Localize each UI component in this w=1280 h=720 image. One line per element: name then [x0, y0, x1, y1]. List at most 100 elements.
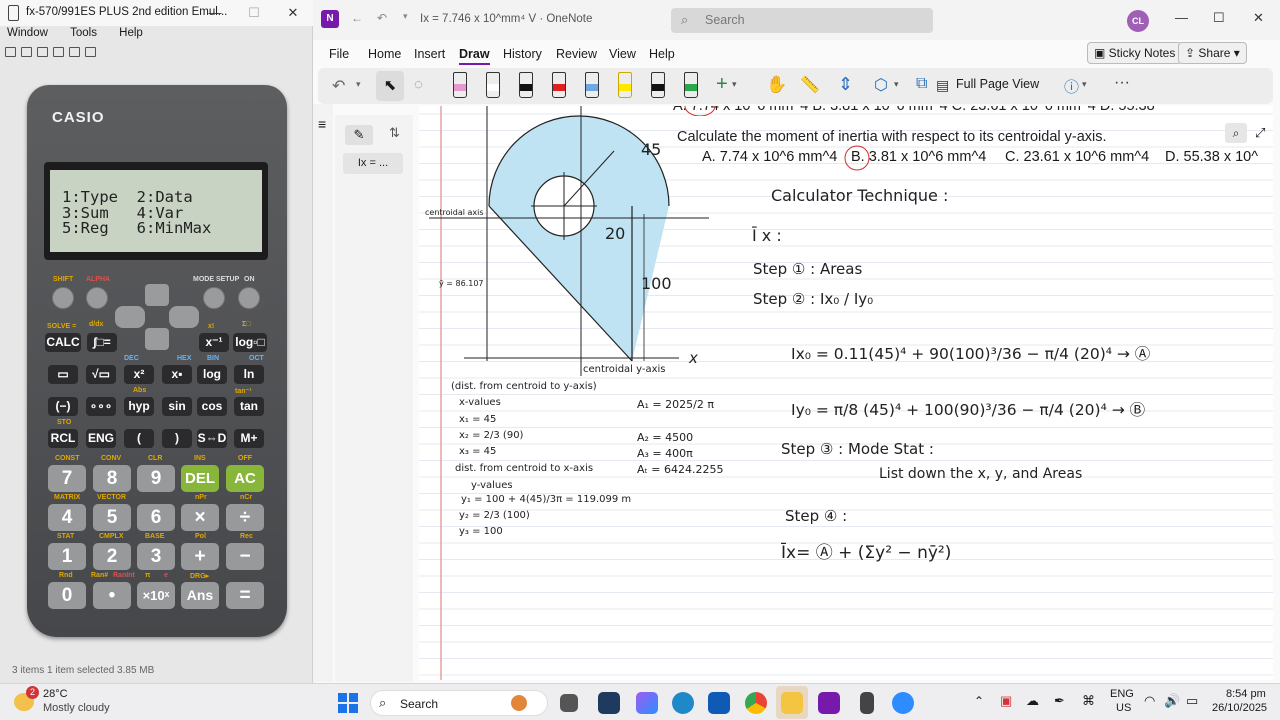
tray-pen-icon[interactable]: ✒: [1054, 693, 1065, 709]
help-dropdown-icon[interactable]: ▾: [1082, 79, 1087, 90]
equals-key[interactable]: =: [226, 582, 264, 609]
chrome-icon[interactable]: [745, 692, 767, 714]
undo-dropdown-icon[interactable]: ▾: [356, 79, 361, 90]
toolbar-icon[interactable]: [69, 47, 80, 57]
avatar[interactable]: CL: [1127, 10, 1149, 32]
shift-key[interactable]: [52, 287, 74, 309]
toolbar-icon[interactable]: [85, 47, 96, 57]
insert-space-icon[interactable]: ⇕: [838, 74, 853, 95]
zoom-icon[interactable]: [892, 692, 914, 714]
tab-review[interactable]: Review: [556, 47, 597, 61]
degree-key[interactable]: ∘∘∘: [86, 397, 116, 416]
logbase-key[interactable]: log▫□: [233, 333, 267, 352]
pen-black2-icon[interactable]: [651, 72, 665, 98]
qat-dropdown-icon[interactable]: ▾: [403, 11, 408, 22]
hyp-key[interactable]: hyp: [124, 397, 154, 416]
highlighter-yellow-icon[interactable]: [618, 72, 632, 98]
key-7[interactable]: 7: [48, 465, 86, 492]
task-view-icon[interactable]: [560, 694, 578, 712]
lasso-icon[interactable]: ◌: [414, 76, 423, 93]
rcl-key[interactable]: RCL: [48, 429, 78, 448]
battery-icon[interactable]: ▭: [1186, 693, 1198, 709]
undo-icon[interactable]: ↶: [377, 11, 387, 25]
negative-key[interactable]: (−): [48, 397, 78, 416]
key-9[interactable]: 9: [137, 465, 175, 492]
share-button[interactable]: ⇪ Share ▾: [1178, 42, 1247, 64]
key-1[interactable]: 1: [48, 543, 86, 570]
tray-cloud-icon[interactable]: ☁: [1026, 693, 1039, 709]
key-2[interactable]: 2: [93, 543, 131, 570]
toolbar-icon[interactable]: [53, 47, 64, 57]
store-icon[interactable]: [708, 692, 730, 714]
ln-key[interactable]: ln: [234, 365, 264, 384]
full-page-view-icon[interactable]: ▤: [936, 77, 949, 94]
wifi-icon[interactable]: ◠: [1144, 693, 1155, 709]
undo-icon[interactable]: ↶: [332, 76, 345, 96]
power-key[interactable]: x▪: [162, 365, 192, 384]
sticky-notes-button[interactable]: ▣ Sticky Notes: [1087, 42, 1183, 64]
tab-draw[interactable]: Draw: [459, 47, 490, 65]
hamburger-icon[interactable]: ≡: [318, 116, 326, 132]
close-icon[interactable]: ✕: [274, 0, 312, 26]
exp10-key[interactable]: ×10ˣ: [137, 582, 175, 609]
open-paren-key[interactable]: (: [124, 429, 154, 448]
eng-key[interactable]: ENG: [86, 429, 116, 448]
toolbar-icon[interactable]: [37, 47, 48, 57]
file-explorer-icon[interactable]: [781, 692, 803, 714]
zoom-search-icon[interactable]: ⌕: [1225, 123, 1247, 143]
calc-key[interactable]: CALC: [45, 333, 81, 352]
reciprocal-key[interactable]: x⁻¹: [199, 333, 229, 352]
alpha-key[interactable]: [86, 287, 108, 309]
onenote-taskbar-icon[interactable]: [818, 692, 840, 714]
minus-key[interactable]: −: [226, 543, 264, 570]
maximize-icon[interactable]: ☐: [1213, 10, 1225, 26]
tab-file[interactable]: File: [329, 47, 349, 61]
expand-icon[interactable]: ⤢: [1255, 125, 1265, 141]
ac-key[interactable]: AC: [226, 465, 264, 492]
calculator-taskbar-icon[interactable]: [860, 692, 874, 714]
shapes-icon[interactable]: ⬡: [874, 75, 888, 95]
cos-key[interactable]: cos: [197, 397, 227, 416]
key-6[interactable]: 6: [137, 504, 175, 531]
minimize-icon[interactable]: —: [1175, 10, 1188, 25]
tray-link-icon[interactable]: ⌘: [1082, 693, 1095, 709]
key-3[interactable]: 3: [137, 543, 175, 570]
key-0[interactable]: 0: [48, 582, 86, 609]
windows-start-icon[interactable]: [338, 693, 358, 713]
back-icon[interactable]: ←: [351, 11, 363, 25]
edge-icon[interactable]: [672, 692, 694, 714]
show-hidden-icons-icon[interactable]: ⌃: [974, 694, 984, 708]
replay-dpad[interactable]: [115, 284, 199, 350]
sd-key[interactable]: S⇔D: [197, 429, 227, 448]
close-icon[interactable]: ✕: [1253, 10, 1264, 26]
ans-key[interactable]: Ans: [181, 582, 219, 609]
plus-key[interactable]: +: [181, 543, 219, 570]
key-5[interactable]: 5: [93, 504, 131, 531]
pen-green-icon[interactable]: [684, 72, 698, 98]
note-canvas[interactable]: A. 7.74 x 10^6 mm^4 B. 3.81 x 10^6 mm^4 …: [419, 106, 1273, 680]
tan-key[interactable]: tan: [234, 397, 264, 416]
menu-window[interactable]: Window: [7, 27, 48, 39]
mplus-key[interactable]: M+: [234, 429, 264, 448]
sort-pages-icon[interactable]: ⇅: [389, 125, 400, 141]
pen-pink-icon[interactable]: [453, 72, 467, 98]
integral-key[interactable]: ∫□=: [87, 333, 117, 352]
clock-time[interactable]: 8:54 pm: [1226, 688, 1266, 700]
key-4[interactable]: 4: [48, 504, 86, 531]
toolbar-icon[interactable]: [21, 47, 32, 57]
tab-insert[interactable]: Insert: [414, 47, 445, 61]
menu-tools[interactable]: Tools: [70, 27, 97, 39]
add-pen-icon[interactable]: +: [716, 73, 728, 96]
page-tab[interactable]: Ix = ...: [343, 153, 403, 174]
fraction-key[interactable]: ▭: [48, 365, 78, 384]
toolbar-icon[interactable]: [5, 47, 16, 57]
minimize-icon[interactable]: —: [196, 0, 234, 26]
copilot-icon[interactable]: [636, 692, 658, 714]
tab-history[interactable]: History: [503, 47, 542, 61]
close-paren-key[interactable]: ): [162, 429, 192, 448]
language-indicator[interactable]: ENG: [1110, 688, 1134, 700]
maximize-icon[interactable]: ☐: [235, 0, 273, 26]
on-key[interactable]: [238, 287, 260, 309]
onenote-search-box[interactable]: ⌕ Search: [671, 8, 933, 33]
tray-app-icon[interactable]: ▣: [1000, 693, 1012, 709]
